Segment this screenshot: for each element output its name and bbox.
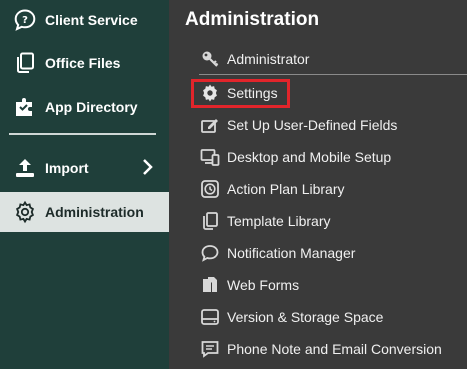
puzzle-icon (12, 94, 38, 120)
menu-item-label: Desktop and Mobile Setup (227, 149, 392, 165)
menu-item-user-defined-fields[interactable]: Set Up User-Defined Fields (199, 112, 397, 138)
sidebar-item-label: Import (45, 160, 89, 176)
sidebar-item-label: Administration (45, 204, 144, 220)
menu-item-label: Web Forms (227, 277, 300, 293)
chevron-right-icon (141, 158, 153, 176)
sidebar-item-label: Client Service (45, 12, 138, 28)
documents-icon (199, 210, 221, 232)
menu-item-label: Phone Note and Email Conversion (227, 341, 442, 357)
sidebar-item-administration[interactable]: Administration (0, 192, 177, 232)
sidebar-item-label: App Directory (45, 99, 138, 115)
settings-highlight-box (191, 79, 290, 108)
menu-item-label: Set Up User-Defined Fields (227, 117, 398, 133)
sidebar-item-import[interactable]: Import (0, 148, 169, 188)
upload-tray-icon (12, 155, 38, 181)
menu-item-label: Notification Manager (227, 245, 356, 261)
sidebar-divider (9, 133, 156, 135)
sidebar-item-office-files[interactable]: Office Files (0, 43, 169, 83)
menu-item-label: Version & Storage Space (227, 309, 384, 325)
menu-item-label: Administrator (227, 51, 310, 67)
menu-item-phone-note-email[interactable]: Phone Note and Email Conversion (199, 336, 442, 362)
menu-item-version-storage[interactable]: Version & Storage Space (199, 304, 383, 330)
sidebar-item-client-service[interactable]: ? Client Service (0, 0, 169, 40)
gear-icon (12, 199, 38, 225)
files-icon (199, 274, 221, 296)
menu-item-label: Template Library (227, 213, 331, 229)
message-icon (199, 338, 221, 360)
desktop-mobile-icon (199, 146, 221, 168)
documents-icon (12, 50, 38, 76)
edit-form-icon (199, 114, 221, 136)
svg-text:?: ? (22, 15, 28, 26)
sidebar-item-app-directory[interactable]: App Directory (0, 87, 169, 127)
menu-item-desktop-mobile-setup[interactable]: Desktop and Mobile Setup (199, 144, 391, 170)
key-icon (199, 48, 221, 70)
speech-bubble-question-icon: ? (12, 7, 38, 33)
menu-item-administrator[interactable]: Administrator (199, 46, 309, 72)
sidebar: ? Client Service Office Files App Direct… (0, 0, 177, 369)
panel-title: Administration (185, 9, 320, 30)
menu-item-web-forms[interactable]: Web Forms (199, 272, 299, 298)
storage-icon (199, 306, 221, 328)
panel-divider (199, 74, 467, 75)
menu-item-action-plan-library[interactable]: Action Plan Library (199, 176, 345, 202)
menu-item-template-library[interactable]: Template Library (199, 208, 331, 234)
sidebar-item-label: Office Files (45, 55, 121, 71)
chat-bubble-icon (199, 242, 221, 264)
menu-item-label: Action Plan Library (227, 181, 345, 197)
clock-icon (199, 178, 221, 200)
admin-panel: Administration Administrator Settings Se… (169, 0, 467, 369)
menu-item-notification-manager[interactable]: Notification Manager (199, 240, 355, 266)
